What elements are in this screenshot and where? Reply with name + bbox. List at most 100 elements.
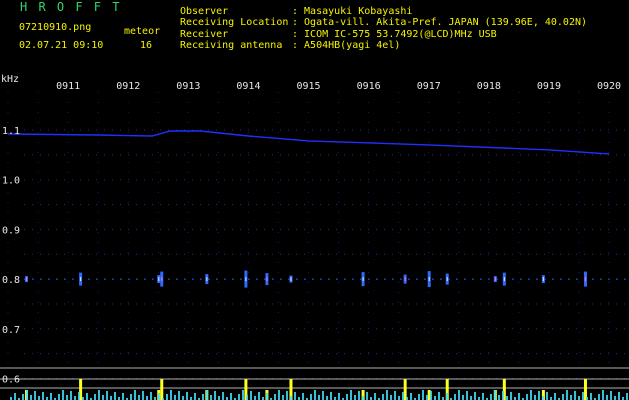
histogram-noise xyxy=(230,393,232,400)
histogram-noise xyxy=(138,395,140,400)
histogram-noise xyxy=(142,391,144,400)
histogram-noise xyxy=(438,392,440,400)
histogram-noise xyxy=(110,396,112,400)
meteor-echo-core xyxy=(428,277,430,282)
histogram-noise xyxy=(458,390,460,400)
x-tick-label: 0913 xyxy=(176,81,200,92)
histogram-noise xyxy=(626,393,628,400)
histogram-noise xyxy=(470,396,472,400)
histogram-noise xyxy=(394,391,396,400)
histogram-noise xyxy=(350,390,352,400)
histogram-noise xyxy=(242,390,244,400)
meteor-echo-core xyxy=(161,277,163,282)
histogram-noise xyxy=(22,394,24,400)
histogram-noise xyxy=(566,390,568,400)
spectrogram-plot: kHz 0911 0912 0913 0914 0915 0916 0917 0918 0919 0… xyxy=(0,74,629,400)
histogram-noise xyxy=(610,391,612,400)
histogram-noise xyxy=(174,395,176,400)
histogram-noise xyxy=(146,396,148,400)
histogram-noise xyxy=(422,390,424,400)
histogram-noise xyxy=(494,390,496,400)
histogram-noise xyxy=(330,392,332,400)
histogram-noise xyxy=(554,393,556,400)
meteor-echo-core xyxy=(266,277,268,282)
histogram-noise xyxy=(546,392,548,400)
histogram-noise xyxy=(358,391,360,400)
histogram-noise xyxy=(70,391,72,400)
histogram-noise xyxy=(74,396,76,400)
histogram-noise xyxy=(410,393,412,400)
histogram-noise xyxy=(582,392,584,400)
histogram-noise xyxy=(498,395,500,400)
histogram-noise xyxy=(402,392,404,400)
x-tick-label: 0917 xyxy=(417,81,441,92)
histogram-noise xyxy=(26,390,28,400)
histogram-noise xyxy=(490,394,492,400)
y-tick-label: 1.1 xyxy=(2,126,20,137)
histogram-noise xyxy=(78,392,80,400)
meteor-echo-core xyxy=(26,277,28,282)
histogram-noise xyxy=(150,392,152,400)
histogram-noise xyxy=(14,393,16,400)
histogram-noise xyxy=(50,393,52,400)
histogram-noise xyxy=(294,392,296,400)
histogram-noise xyxy=(214,391,216,400)
histogram-noise xyxy=(534,395,536,400)
histogram-noise xyxy=(538,391,540,400)
histogram-noise xyxy=(462,395,464,400)
histogram-noise xyxy=(86,393,88,400)
histogram-noise xyxy=(474,392,476,400)
histogram-noise xyxy=(362,396,364,400)
histogram-noise xyxy=(254,396,256,400)
histogram-noise xyxy=(518,393,520,400)
histogram-noise xyxy=(418,394,420,400)
histogram-noise xyxy=(542,396,544,400)
histogram-noise xyxy=(606,395,608,400)
histogram-noise xyxy=(194,393,196,400)
meteor-echo-core xyxy=(158,277,160,282)
histogram-noise xyxy=(114,392,116,400)
histogram-noise xyxy=(274,394,276,400)
x-tick-label: 0916 xyxy=(357,81,381,92)
histogram-noise xyxy=(282,395,284,400)
x-tick-label: 0911 xyxy=(56,81,80,92)
histogram-noise xyxy=(366,392,368,400)
histogram-noise xyxy=(482,393,484,400)
histogram-noise xyxy=(386,390,388,400)
meteor-echo-core xyxy=(503,277,505,282)
histogram-noise xyxy=(590,393,592,400)
histogram-noise xyxy=(266,393,268,400)
histogram-noise xyxy=(186,392,188,400)
histogram-noise xyxy=(42,392,44,400)
histogram-spike xyxy=(583,379,587,400)
histogram-noise xyxy=(66,395,68,400)
histogram-noise xyxy=(134,390,136,400)
histogram-spike xyxy=(160,379,164,400)
meteor-echo-marks xyxy=(24,270,629,288)
histogram-noise xyxy=(38,396,40,400)
histogram-noise xyxy=(286,391,288,400)
histogram-noise xyxy=(166,394,168,400)
histogram-noise xyxy=(598,394,600,400)
meteor-echo-core xyxy=(290,277,292,282)
histogram-noise xyxy=(302,393,304,400)
y-tick-label: 0.9 xyxy=(2,225,20,236)
meteor-echo-core xyxy=(494,277,496,282)
y-tick-label: 0.7 xyxy=(2,325,20,336)
histogram-noise xyxy=(222,392,224,400)
histogram-noise xyxy=(246,395,248,400)
histogram-noise xyxy=(446,393,448,400)
histogram-noise xyxy=(94,394,96,400)
meteor-echo-core xyxy=(80,277,82,282)
histogram-noise xyxy=(338,393,340,400)
histogram-noise xyxy=(526,394,528,400)
histogram-noise xyxy=(346,394,348,400)
x-tick-label: 0914 xyxy=(236,81,260,92)
histogram-noise xyxy=(318,395,320,400)
histogram-noise xyxy=(390,395,392,400)
histogram-noise xyxy=(382,394,384,400)
histogram-noise xyxy=(426,395,428,400)
histogram-noise xyxy=(314,390,316,400)
meteor-echo-core xyxy=(245,277,247,282)
y-tick-label: 0.6 xyxy=(2,375,20,386)
